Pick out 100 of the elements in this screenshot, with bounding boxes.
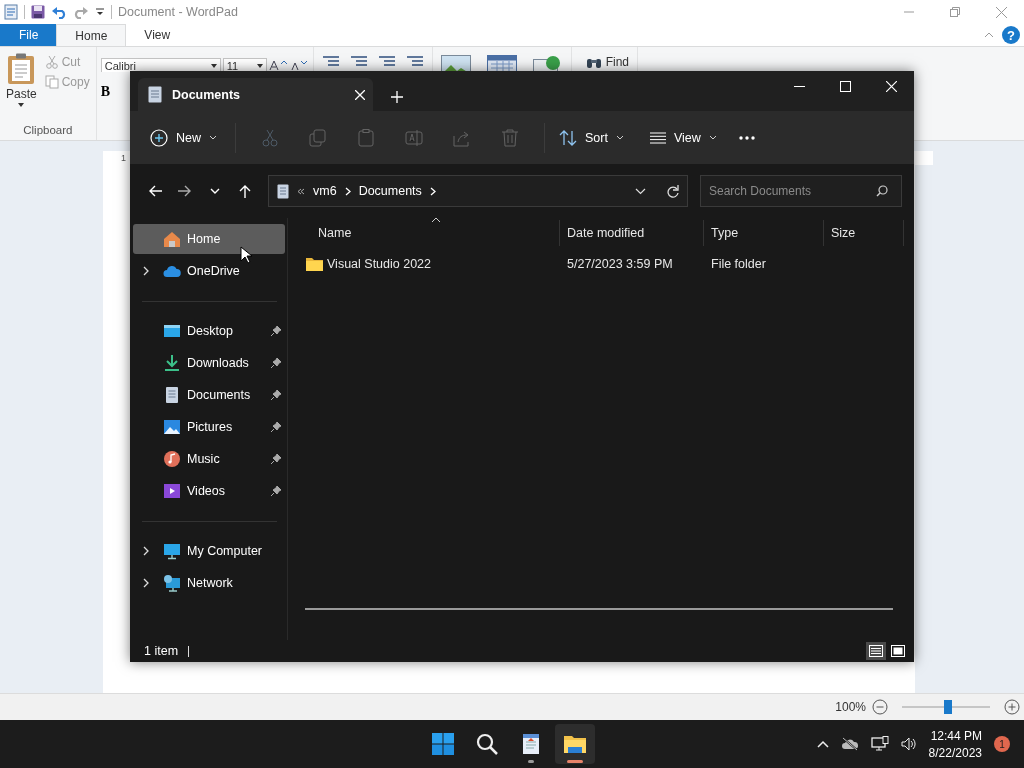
- nav-item[interactable]: Music: [133, 444, 285, 474]
- document-icon: [277, 183, 289, 199]
- videos-icon: [163, 482, 181, 500]
- details-view-button[interactable]: [866, 642, 886, 660]
- nav-item[interactable]: Downloads: [133, 348, 285, 378]
- windows-logo-icon: [431, 732, 455, 756]
- shrink-font-icon[interactable]: [288, 59, 307, 71]
- more-options-button[interactable]: [738, 135, 755, 140]
- help-button[interactable]: ?: [1002, 26, 1020, 44]
- close-icon: [995, 6, 1007, 18]
- file-menu-tab[interactable]: File: [0, 24, 57, 46]
- pin-icon: [270, 325, 282, 337]
- bold-button[interactable]: B: [100, 84, 111, 100]
- network-icon[interactable]: [870, 736, 889, 752]
- running-indicator: [567, 760, 583, 763]
- chevron-right-icon[interactable]: [141, 578, 151, 588]
- view-button[interactable]: View: [645, 121, 725, 154]
- mouse-pointer-icon: [240, 246, 252, 264]
- scrollbar[interactable]: [305, 608, 893, 610]
- search-icon[interactable]: [876, 185, 888, 197]
- file-row-name[interactable]: Visual Studio 2022: [288, 257, 560, 271]
- item-count: 1 item: [144, 644, 179, 658]
- collapse-ribbon-icon[interactable]: [984, 32, 994, 38]
- wordpad-icon: [4, 4, 18, 20]
- nav-item[interactable]: My Computer: [133, 536, 285, 566]
- new-button[interactable]: New: [146, 121, 225, 154]
- music-icon: [163, 450, 181, 468]
- copy-icon: [309, 128, 327, 147]
- paste-button[interactable]: Paste: [6, 53, 37, 124]
- home-icon: [163, 230, 181, 248]
- clock-date[interactable]: 8/22/2023: [928, 745, 982, 760]
- column-header[interactable]: Name: [288, 220, 560, 246]
- notification-badge[interactable]: 1: [994, 736, 1010, 752]
- save-icon[interactable]: [31, 5, 45, 19]
- chevron-right-icon[interactable]: [141, 266, 151, 276]
- computer-icon: [163, 542, 181, 560]
- column-header[interactable]: Size: [824, 220, 904, 246]
- volume-icon[interactable]: [900, 737, 917, 751]
- font-size-field[interactable]: 11: [222, 58, 267, 72]
- search-icon: [475, 732, 499, 756]
- search-field[interactable]: Search Documents: [700, 175, 902, 207]
- zoom-level: 100%: [835, 700, 866, 714]
- taskbar-button[interactable]: [555, 724, 595, 764]
- chevron-down-icon[interactable]: [635, 187, 646, 195]
- pin-icon: [270, 421, 282, 433]
- new-tab-button[interactable]: [391, 91, 403, 103]
- clock-time[interactable]: 12:44 PM: [930, 728, 982, 743]
- ribbon-tab[interactable]: Home: [56, 24, 127, 46]
- column-header[interactable]: Date modified: [560, 220, 704, 246]
- zoom-out-button[interactable]: [872, 699, 888, 715]
- breadcrumb[interactable]: vm6: [313, 184, 337, 198]
- window-title: Document - WordPad: [118, 5, 239, 19]
- cloud-off-icon[interactable]: [840, 737, 859, 751]
- list-view-icon: [649, 131, 666, 144]
- caret-icon: [210, 63, 217, 68]
- running-indicator: [528, 760, 534, 763]
- pin-icon: [270, 485, 282, 497]
- folder-icon: [306, 257, 323, 271]
- close-icon: [885, 80, 897, 92]
- caret-icon: [18, 103, 25, 107]
- column-header[interactable]: Type: [704, 220, 824, 246]
- undo-icon[interactable]: [51, 5, 67, 19]
- chevron-down-icon: [708, 135, 717, 140]
- explorer-tab[interactable]: Documents: [138, 78, 373, 111]
- chevron-right-icon[interactable]: [344, 186, 351, 196]
- refresh-icon[interactable]: [666, 184, 679, 198]
- more-icon: [738, 135, 755, 140]
- dropdown-icon[interactable]: [95, 7, 105, 17]
- font-family-field[interactable]: Calibri: [100, 58, 221, 72]
- close-tab-button[interactable]: [355, 89, 365, 100]
- nav-item[interactable]: Desktop: [133, 316, 285, 346]
- sort-button[interactable]: Sort: [555, 121, 632, 154]
- desktop-icon: [163, 322, 181, 340]
- plus-icon: [391, 91, 403, 103]
- nav-item[interactable]: Videos: [133, 476, 285, 506]
- sort-icon: [559, 129, 577, 146]
- sort-ascending-icon: [431, 217, 441, 223]
- selected-nav-item[interactable]: Home: [133, 224, 285, 254]
- tiles-view-button[interactable]: [888, 642, 908, 660]
- nav-item[interactable]: Network: [133, 568, 285, 598]
- chevron-up-icon[interactable]: [816, 740, 829, 748]
- chevron-down-icon: [209, 135, 217, 140]
- address-bar[interactable]: vm6 Documents: [268, 175, 688, 207]
- slider-thumb[interactable]: [943, 700, 952, 714]
- nav-item[interactable]: Pictures: [133, 412, 285, 442]
- nav-item[interactable]: OneDrive: [133, 256, 285, 286]
- chevron-right-icon[interactable]: [141, 546, 151, 556]
- forward-icon: [178, 184, 192, 198]
- ruler-number: 1: [121, 153, 126, 163]
- rename-icon: [405, 128, 423, 147]
- ribbon-tab[interactable]: View: [126, 24, 189, 46]
- zoom-in-button[interactable]: [1004, 699, 1020, 715]
- up-arrow-icon: [238, 184, 252, 198]
- breadcrumb[interactable]: Documents: [358, 184, 422, 198]
- nav-item[interactable]: Documents: [133, 380, 285, 410]
- grow-font-icon[interactable]: [268, 59, 287, 71]
- chevron-right-icon[interactable]: [429, 186, 436, 196]
- find-button[interactable]: Find: [585, 55, 630, 69]
- plus-icon: [1004, 699, 1020, 715]
- downloads-icon: [163, 354, 181, 372]
